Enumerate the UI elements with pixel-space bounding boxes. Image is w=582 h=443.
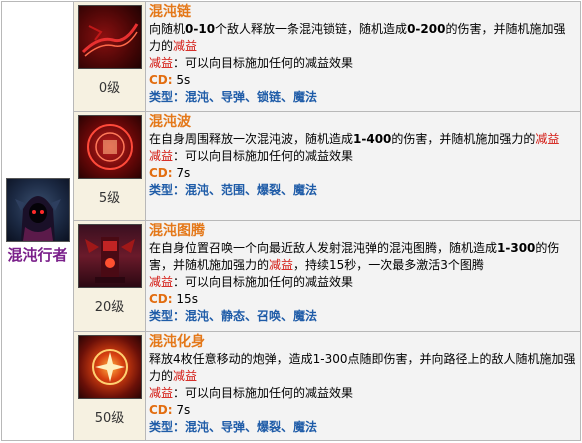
skill-level: 20级 [94, 300, 125, 316]
hero-cell: 混沌行者 [1, 1, 74, 441]
hero-portrait-icon [5, 177, 70, 242]
skill-debuff-line: 减益：可以向目标施加任何的减益效果 [149, 275, 354, 290]
skill-description: 向随机0-10个敌人释放一条混沌锁链，随机造成0-200的伤害，并随机施加强力的… [149, 22, 566, 53]
skill-cd-line: CD: 5s [149, 73, 191, 87]
skill-icon-cell: 5级 [73, 111, 146, 222]
skill-debuff-line: 减益：可以向目标施加任何的减益效果 [149, 385, 354, 400]
skill-name: 混沌链 [149, 4, 191, 20]
skill-cd-line: CD: 7s [149, 402, 191, 417]
skill-icon-cell: 20级 [73, 220, 146, 332]
skill-debuff-line: 减益：可以向目标施加任何的减益效果 [149, 56, 354, 70]
skill-desc-cell: 混沌链 向随机0-10个敌人释放一条混沌锁链，随机造成0-200的伤害，并随机施… [145, 0, 581, 113]
chaos-avatar-icon [77, 334, 142, 399]
skill-name: 混沌波 [149, 114, 191, 131]
skill-description: 在自身周围释放一次混沌波，随机造成1-400的伤害，并随机施加强力的减益 [149, 132, 560, 147]
chaos-totem-icon [77, 224, 142, 289]
skills-table: 混沌行者 0级 混沌链 向随机0-10个敌人释放一条混沌锁链，随机造成0-200… [1, 0, 581, 442]
skill-desc-cell: 混沌化身 释放4枚任意移动的炮弹，造成1-300点随即伤害，并向路径上的敌人随机… [145, 330, 581, 442]
skill-cd-line: CD: 7s [149, 166, 191, 181]
chaos-wave-icon [77, 115, 142, 180]
skill-icon-cell: 0级 [73, 0, 146, 113]
skill-level: 5级 [98, 191, 121, 207]
skill-row: 50级 混沌化身 释放4枚任意移动的炮弹，造成1-300点随即伤害，并向路径上的… [2, 330, 581, 442]
skill-type-line: 类型：混沌、导弹、爆裂、魔法 [149, 419, 318, 434]
skill-debuff-line: 减益：可以向目标施加任何的减益效果 [149, 149, 354, 164]
skill-desc-cell: 混沌波 在自身周围释放一次混沌波，随机造成1-400的伤害，并随机施加强力的减益… [145, 111, 581, 222]
skill-cd-line: CD: 15s [149, 292, 198, 307]
skill-type-line: 类型：混沌、范围、爆裂、魔法 [149, 183, 318, 198]
skill-description: 释放4枚任意移动的炮弹，造成1-300点随即伤害，并向路径上的敌人随机施加强力的… [149, 351, 576, 383]
skill-icon-cell: 50级 [73, 330, 146, 442]
skill-type-line: 类型：混沌、导弹、锁链、魔法 [149, 90, 318, 104]
skill-row: 5级 混沌波 在自身周围释放一次混沌波，随机造成1-400的伤害，并随机施加强力… [2, 111, 581, 222]
skill-row: 20级 混沌图腾 在自身位置召唤一个向最近敌人发射混沌弹的混沌图腾，随机造成1-… [2, 220, 581, 332]
skill-name: 混沌化身 [149, 333, 205, 350]
skill-name: 混沌图腾 [149, 223, 205, 240]
skill-level: 0级 [98, 81, 121, 96]
skill-description: 在自身位置召唤一个向最近敌人发射混沌弹的混沌图腾，随机造成1-300的伤害，并随… [149, 241, 560, 273]
chaos-chain-icon [77, 5, 142, 69]
skill-level: 50级 [94, 410, 125, 426]
skill-row: 混沌行者 0级 混沌链 向随机0-10个敌人释放一条混沌锁链，随机造成0-200… [1, 0, 581, 441]
skill-type-line: 类型：混沌、静态、召唤、魔法 [149, 309, 318, 324]
hero-name: 混沌行者 [7, 245, 68, 264]
skill-desc-cell: 混沌图腾 在自身位置召唤一个向最近敌人发射混沌弹的混沌图腾，随机造成1-300的… [145, 220, 581, 332]
